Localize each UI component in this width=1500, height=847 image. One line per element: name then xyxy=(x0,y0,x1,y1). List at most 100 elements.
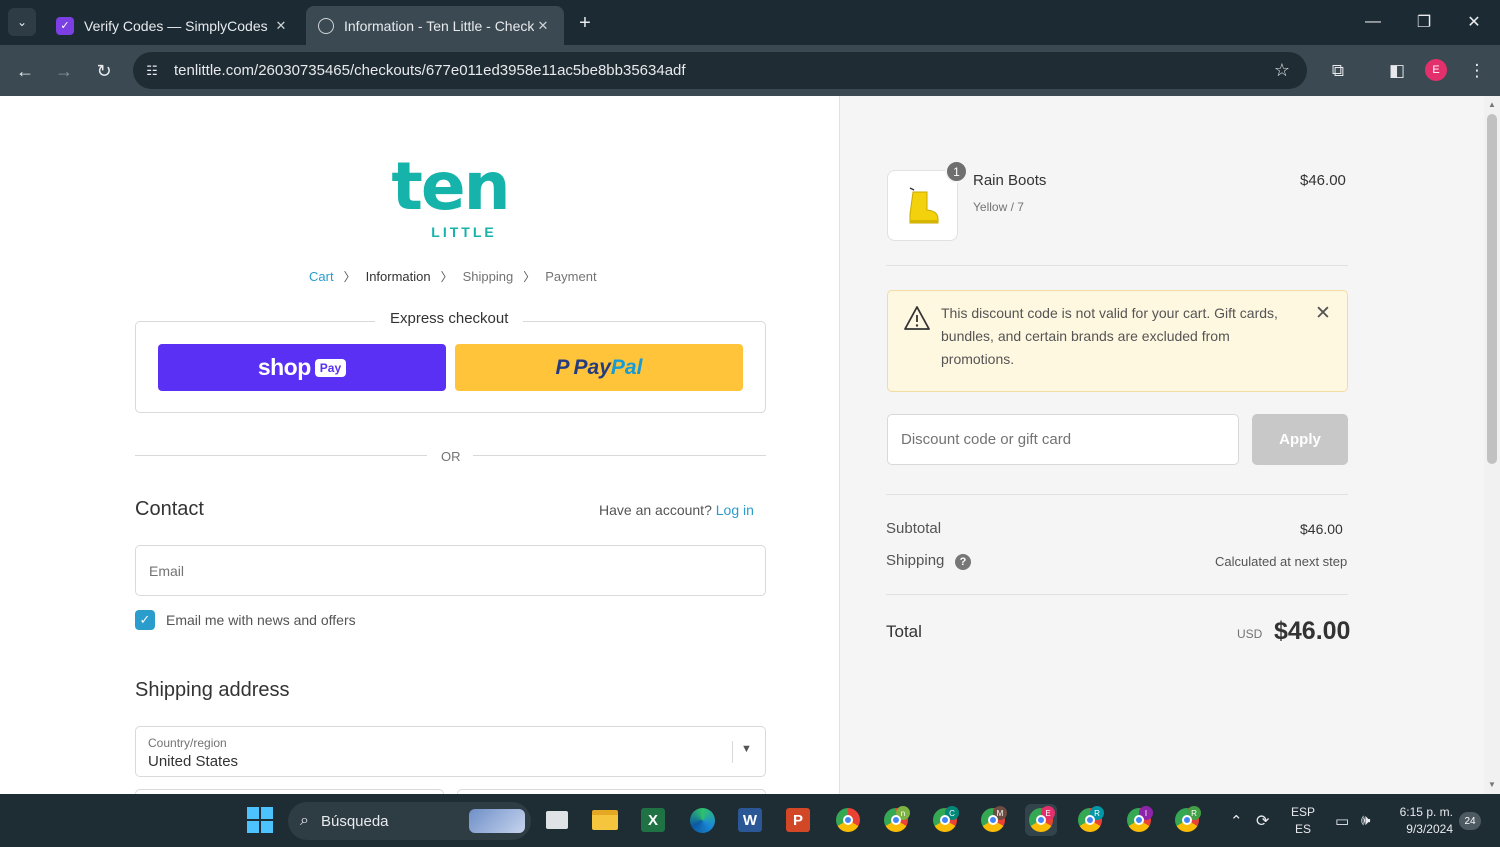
warning-icon xyxy=(904,306,930,330)
task-view-icon[interactable] xyxy=(541,804,573,836)
powerpoint-icon[interactable]: P xyxy=(782,804,814,836)
profile-badge: R xyxy=(1090,806,1104,820)
new-tab-button[interactable]: + xyxy=(572,10,598,36)
email-field[interactable]: Email xyxy=(135,545,766,596)
discount-code-input[interactable]: Discount code or gift card xyxy=(887,414,1239,465)
apply-button[interactable]: Apply xyxy=(1252,414,1348,465)
profile-badge: C xyxy=(945,806,959,820)
tab-title: Information - Ten Little - Checkout xyxy=(344,17,534,34)
subtotal-value: $46.00 xyxy=(1300,521,1343,537)
country-value: United States xyxy=(148,753,239,770)
product-thumbnail xyxy=(887,170,958,241)
help-question-icon[interactable]: ? xyxy=(955,554,971,570)
language-indicator[interactable]: ESP ES xyxy=(1291,794,1315,847)
login-link[interactable]: Log in xyxy=(716,502,754,518)
chrome-profile-e-icon[interactable]: E xyxy=(1025,804,1057,836)
windows-start-icon[interactable] xyxy=(244,804,276,836)
taskbar-search[interactable]: ⌕ Búsqueda xyxy=(288,802,531,840)
tab-verify-codes[interactable]: ✓ Verify Codes — SimplyCodes ✕ xyxy=(44,6,302,45)
country-select[interactable]: Country/region United States ▼ xyxy=(135,726,766,777)
logo-word: ten xyxy=(391,148,510,225)
restore-button[interactable]: ❐ xyxy=(1409,8,1439,36)
newsletter-checkbox[interactable]: ✓ xyxy=(135,610,155,630)
chevron-right-icon: 〉 xyxy=(343,270,356,284)
chrome-profile-m-icon[interactable]: M xyxy=(977,804,1009,836)
chevron-right-icon: 〉 xyxy=(523,270,536,284)
select-divider xyxy=(732,741,733,763)
ten-little-logo[interactable]: ten LITTLE xyxy=(388,148,512,241)
chrome-profile-r-icon[interactable]: R xyxy=(1074,804,1106,836)
profile-badge: R xyxy=(1187,806,1201,820)
breadcrumb: Cart 〉 Information 〉 Shipping 〉 Payment xyxy=(309,268,597,285)
shop-pay-badge: Pay xyxy=(314,358,347,377)
notification-count-badge[interactable]: 24 xyxy=(1459,812,1481,830)
chrome-window-icon[interactable] xyxy=(832,804,864,836)
paypal-button[interactable]: P Pay Pal xyxy=(455,344,743,391)
file-explorer-icon[interactable] xyxy=(589,804,621,836)
address-bar[interactable]: ☷ tenlittle.com/26030735465/checkouts/67… xyxy=(133,52,1307,89)
extensions-icon[interactable]: ⧉ xyxy=(1324,57,1352,85)
edge-icon[interactable] xyxy=(686,804,718,836)
chrome-profile-r2-icon[interactable]: R xyxy=(1171,804,1203,836)
or-separator: OR xyxy=(441,449,461,464)
chrome-profile-n-icon[interactable]: n xyxy=(880,804,912,836)
currency-code: USD xyxy=(1237,627,1263,641)
chrome-profile-c-icon[interactable]: C xyxy=(929,804,961,836)
back-button[interactable]: ← xyxy=(11,57,39,85)
reload-button[interactable]: ↻ xyxy=(90,57,118,85)
side-panel-icon[interactable]: ◧ xyxy=(1383,57,1411,85)
dropdown-arrow-icon: ▼ xyxy=(741,743,752,755)
shipping-label: Shipping xyxy=(886,552,945,569)
tab-search-menu[interactable]: ⌄ xyxy=(8,8,36,36)
sync-icon[interactable]: ⟳ xyxy=(1256,794,1269,847)
discount-placeholder: Discount code or gift card xyxy=(901,431,1072,448)
divider xyxy=(135,455,427,456)
bookmark-star-icon[interactable]: ☆ xyxy=(1267,60,1297,81)
scroll-thumb[interactable] xyxy=(1487,114,1497,464)
profile-avatar[interactable]: E xyxy=(1425,59,1447,81)
chevron-down-icon: ⌄ xyxy=(16,15,28,29)
volume-icon[interactable]: 🕪 xyxy=(1361,794,1370,847)
word-icon[interactable]: W xyxy=(734,804,766,836)
forward-button[interactable]: → xyxy=(50,57,78,85)
divider xyxy=(886,594,1348,595)
chrome-icon: E xyxy=(1029,806,1055,832)
scroll-down-icon[interactable]: ▼ xyxy=(1488,780,1496,789)
page-scrollbar[interactable]: ▲ ▼ xyxy=(1484,96,1500,794)
tray-chevron-icon[interactable]: ⌃ xyxy=(1230,794,1243,847)
chrome-profile-i-icon[interactable]: I xyxy=(1123,804,1155,836)
close-icon[interactable]: ✕ xyxy=(272,17,290,35)
chrome-icon: n xyxy=(884,806,910,832)
close-icon[interactable]: ✕ xyxy=(534,17,552,35)
close-window-button[interactable]: ✕ xyxy=(1459,8,1489,36)
shop-pay-button[interactable]: shop Pay xyxy=(158,344,446,391)
browser-tab-bar: ⌄ ✓ Verify Codes — SimplyCodes ✕ Informa… xyxy=(0,0,1500,45)
breadcrumb-information: Information xyxy=(365,269,431,284)
quantity-badge: 1 xyxy=(945,160,968,183)
minimize-button[interactable]: — xyxy=(1358,8,1388,36)
breadcrumb-cart[interactable]: Cart xyxy=(309,269,334,284)
discount-error-alert: This discount code is not valid for your… xyxy=(887,290,1348,392)
shop-pay-word: shop xyxy=(257,354,311,380)
network-icon[interactable]: ▭ xyxy=(1335,794,1349,847)
checkout-page: ten LITTLE Cart 〉 Information 〉 Shipping… xyxy=(0,96,1484,794)
newsletter-label[interactable]: Email me with news and offers xyxy=(166,612,356,628)
site-settings-icon[interactable]: ☷ xyxy=(142,63,162,79)
total-value: $46.00 xyxy=(1274,617,1351,645)
account-prompt: Have an account? Log in xyxy=(599,502,754,518)
tab-checkout[interactable]: Information - Ten Little - Checkout ✕ xyxy=(306,6,564,45)
clock[interactable]: 6:15 p. m. 9/3/2024 xyxy=(1397,794,1453,847)
menu-dots-icon[interactable]: ⋮ xyxy=(1463,57,1491,85)
clock-time: 6:15 p. m. xyxy=(1399,804,1453,819)
tab-title: Verify Codes — SimplyCodes xyxy=(84,17,268,34)
total-label: Total xyxy=(886,622,922,641)
chrome-icon: R xyxy=(1078,806,1104,832)
close-alert-icon[interactable]: ✕ xyxy=(1315,302,1331,325)
scroll-up-icon[interactable]: ▲ xyxy=(1488,100,1496,109)
subtotal-label: Subtotal xyxy=(886,520,942,537)
divider xyxy=(886,494,1348,495)
email-placeholder: Email xyxy=(149,562,185,579)
excel-icon[interactable]: X xyxy=(637,804,669,836)
language-bottom: ES xyxy=(1295,821,1312,836)
url-text[interactable]: tenlittle.com/26030735465/checkouts/677e… xyxy=(174,62,1267,79)
